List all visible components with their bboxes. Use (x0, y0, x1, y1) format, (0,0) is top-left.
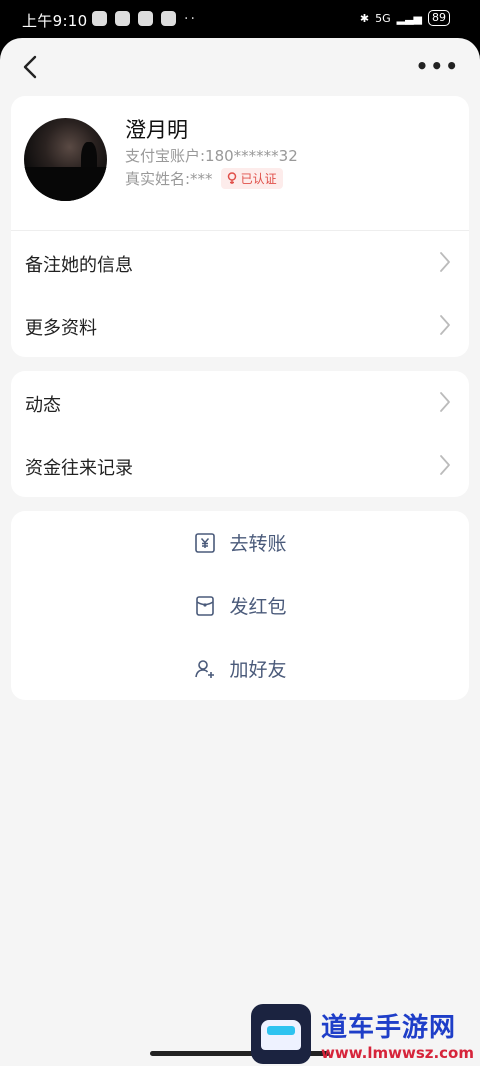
verified-icon (227, 172, 236, 184)
notification-icon (115, 11, 130, 26)
more-horizontal-icon[interactable]: ••• (416, 54, 460, 78)
chevron-right-icon (440, 392, 450, 412)
watermark-logo (251, 1004, 312, 1064)
watermark-title: 道车手游网 (321, 1012, 457, 1043)
more-notifications-icon: ·· (184, 10, 197, 27)
notification-icon (138, 11, 153, 26)
bluetooth-icon: ✱ (359, 11, 370, 25)
signal-icon: ▂▃▅ (396, 11, 422, 25)
transfer-button[interactable]: 去转账 (11, 511, 469, 574)
row-more-info[interactable]: 更多资料 (11, 294, 469, 357)
actions-card: 去转账 发红包 加好友 (11, 511, 469, 700)
profile-account: 支付宝账户:180******32 (125, 147, 298, 165)
row-fund-records[interactable]: 资金往来记录 (11, 434, 469, 497)
activity-card: 动态 资金往来记录 (11, 371, 469, 497)
profile-header: 澄月明 支付宝账户:180******32 真实姓名:*** 已认证 (11, 96, 469, 231)
battery-icon: 89 (428, 10, 450, 26)
profile-real-name: 真实姓名:*** (125, 170, 213, 188)
chevron-right-icon (440, 455, 450, 475)
car-icon (261, 1020, 302, 1050)
red-envelope-icon (196, 595, 215, 616)
top-nav: ••• (0, 38, 480, 96)
chevron-right-icon (440, 315, 450, 335)
verified-label: 已认证 (240, 172, 277, 186)
system-icons: ✱ 5G ▂▃▅ 89 (360, 10, 450, 26)
transfer-label: 去转账 (229, 533, 287, 555)
watermark: 道车手游网 www.lmwwsz.com (251, 1004, 474, 1064)
notification-icon (161, 11, 176, 26)
status-bar: 上午9:10 ·· ✱ 5G ▂▃▅ 89 (0, 0, 480, 38)
profile-card: 澄月明 支付宝账户:180******32 真实姓名:*** 已认证 备注她的信… (11, 96, 469, 357)
network-label: 5G (375, 11, 391, 25)
notification-icon (92, 11, 107, 26)
chevron-right-icon (440, 252, 450, 272)
watermark-url: www.lmwwsz.com (321, 1043, 474, 1062)
yuan-transfer-icon (195, 532, 216, 553)
avatar[interactable] (24, 118, 107, 201)
chevron-left-icon[interactable] (18, 52, 44, 82)
profile-name: 澄月明 (125, 118, 188, 142)
status-time: 上午9:10 (22, 12, 88, 30)
red-envelope-label: 发红包 (229, 596, 287, 618)
add-friend-label: 加好友 (229, 659, 287, 681)
add-friend-icon (195, 659, 215, 678)
add-friend-button[interactable]: 加好友 (11, 637, 469, 700)
row-label: 资金往来记录 (25, 458, 133, 479)
row-label: 更多资料 (25, 318, 97, 339)
row-label: 动态 (25, 395, 61, 416)
row-remark-info[interactable]: 备注她的信息 (11, 231, 469, 294)
notification-icons: ·· (92, 11, 197, 26)
row-label: 备注她的信息 (25, 255, 133, 276)
screen: ••• 澄月明 支付宝账户:180******32 真实姓名:*** 已认证 备… (0, 38, 480, 1066)
verified-badge: 已认证 (220, 168, 283, 189)
profile-real-name-row: 真实姓名:*** 已认证 (125, 168, 283, 189)
red-envelope-button[interactable]: 发红包 (11, 574, 469, 637)
row-moments[interactable]: 动态 (11, 371, 469, 434)
